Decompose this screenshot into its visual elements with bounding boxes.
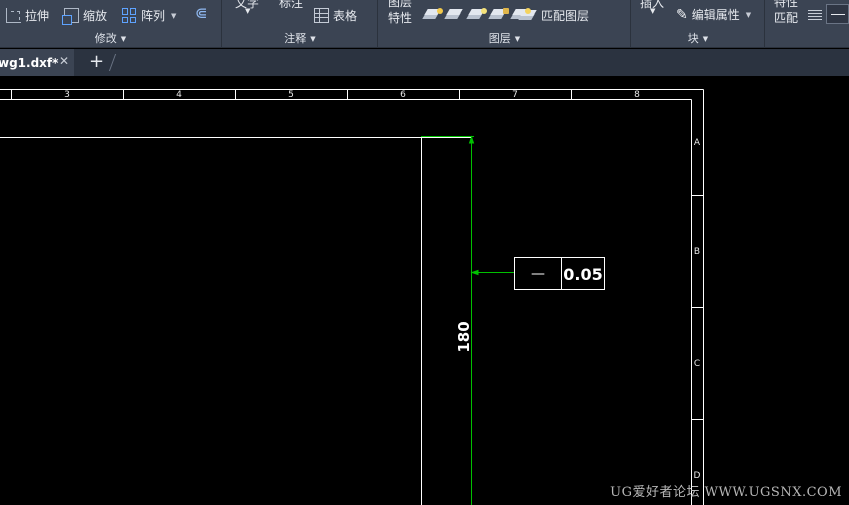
edit-attributes-button[interactable]: ✎ 编辑属性 ▼: [676, 6, 751, 23]
tab-separator: [108, 54, 117, 71]
layer-isolate-icon[interactable]: [445, 8, 463, 22]
scale-button[interactable]: 缩放: [62, 7, 108, 25]
flatness-symbol: —: [531, 266, 545, 282]
add-tab-icon[interactable]: +: [89, 51, 104, 72]
lineweight-dropdown[interactable]: [826, 4, 849, 24]
right-zone-ticks: [691, 195, 703, 420]
array-label: 阵列: [141, 9, 166, 23]
annotation-panel: 文字 ▼ 标注 表格 注释 ▼: [223, 0, 378, 48]
column-label-6: 6: [400, 90, 406, 100]
properties-panel: 特性 匹配: [766, 0, 849, 48]
ribbon: 拉伸 缩放 阵列 ▼ ⋐ 修改 ▼ 文字 ▼ 标注 表格 注释 ▼ 图层 特性 …: [0, 0, 849, 48]
tolerance-frame[interactable]: — 0.05: [514, 257, 605, 290]
scale-label: 缩放: [83, 9, 108, 23]
dimension-text[interactable]: 180: [455, 321, 473, 352]
offset-button[interactable]: ⋐: [195, 4, 208, 22]
drawing-canvas[interactable]: 3 4 5 6 7 8 A B C D 180 — 0.05: [0, 77, 849, 505]
row-label-c: C: [694, 359, 700, 369]
drawing-svg: 3 4 5 6 7 8 A B C D 180 — 0.05: [0, 89, 704, 505]
column-label-8: 8: [634, 90, 640, 100]
layers-panel-title[interactable]: 图层 ▼: [379, 30, 630, 46]
block-panel: 插入 ▼ ✎ 编辑属性 ▼ 块 ▼: [632, 0, 765, 48]
linetype-button[interactable]: [808, 10, 822, 21]
array-icon: [122, 8, 137, 23]
drawing-border: [0, 89, 704, 505]
match-properties-label-line2: 匹配: [774, 11, 799, 25]
modify-panel-title[interactable]: 修改 ▼: [0, 30, 221, 46]
stretch-label: 拉伸: [25, 9, 50, 23]
layer-properties-button[interactable]: 图层 特性: [388, 0, 412, 26]
column-label-5: 5: [288, 90, 294, 100]
block-panel-title[interactable]: 块 ▼: [632, 30, 764, 46]
part-outline[interactable]: [0, 137, 472, 505]
row-label-a: A: [694, 138, 701, 148]
row-label-d: D: [694, 471, 701, 481]
dimension-180[interactable]: [421, 135, 514, 505]
offset-icon: ⋐: [195, 4, 208, 22]
layer-on-icon[interactable]: [423, 8, 443, 22]
linetype-icon: [808, 10, 822, 21]
scale-icon: [62, 8, 79, 25]
layer-lock-icon[interactable]: [489, 8, 509, 22]
layers-panel: 图层 特性 匹配图层 图层 ▼: [379, 0, 631, 48]
table-button[interactable]: 表格: [314, 7, 357, 24]
table-label: 表格: [333, 9, 358, 23]
edit-attributes-label: 编辑属性: [691, 8, 740, 22]
dimension-label: 标注: [279, 0, 304, 10]
match-properties-button[interactable]: 特性 匹配: [774, 0, 798, 26]
layer-properties-label-line2: 特性: [388, 11, 413, 25]
document-tab[interactable]: wg1.dxf* ✕: [0, 49, 74, 76]
layer-freeze-icon[interactable]: [467, 8, 487, 22]
insert-dropdown-icon[interactable]: ▼: [650, 7, 655, 15]
watermark: UG爱好者论坛 WWW.UGSNX.COM: [610, 485, 842, 500]
lineweight-preview: [831, 13, 845, 15]
document-tab-bar: wg1.dxf* ✕ +: [0, 49, 849, 76]
stretch-icon: [6, 8, 21, 23]
edit-attributes-icon: ✎: [676, 6, 688, 23]
document-tab-label: wg1.dxf*: [0, 55, 59, 70]
close-icon[interactable]: ✕: [59, 54, 69, 68]
row-label-b: B: [694, 247, 700, 257]
table-icon: [314, 8, 329, 23]
modify-panel: 拉伸 缩放 阵列 ▼ ⋐ 修改 ▼: [0, 0, 222, 48]
layer-properties-label-line1: 图层: [388, 0, 413, 9]
array-dropdown-icon[interactable]: ▼: [171, 12, 176, 20]
array-button[interactable]: 阵列 ▼: [122, 7, 176, 24]
match-properties-label-line1: 特性: [774, 0, 799, 9]
column-label-4: 4: [176, 90, 182, 100]
edit-attributes-dropdown-icon[interactable]: ▼: [746, 11, 751, 19]
layer-tool-row: [423, 8, 533, 22]
dimension-button[interactable]: 标注: [279, 0, 303, 11]
match-layer-label: 匹配图层: [541, 9, 590, 23]
text-dropdown-icon[interactable]: ▼: [245, 7, 250, 15]
annotation-panel-title[interactable]: 注释 ▼: [223, 30, 377, 46]
column-label-3: 3: [64, 90, 70, 100]
tolerance-value: 0.05: [563, 265, 602, 284]
column-label-7: 7: [512, 90, 518, 100]
stretch-button[interactable]: 拉伸: [6, 7, 49, 24]
